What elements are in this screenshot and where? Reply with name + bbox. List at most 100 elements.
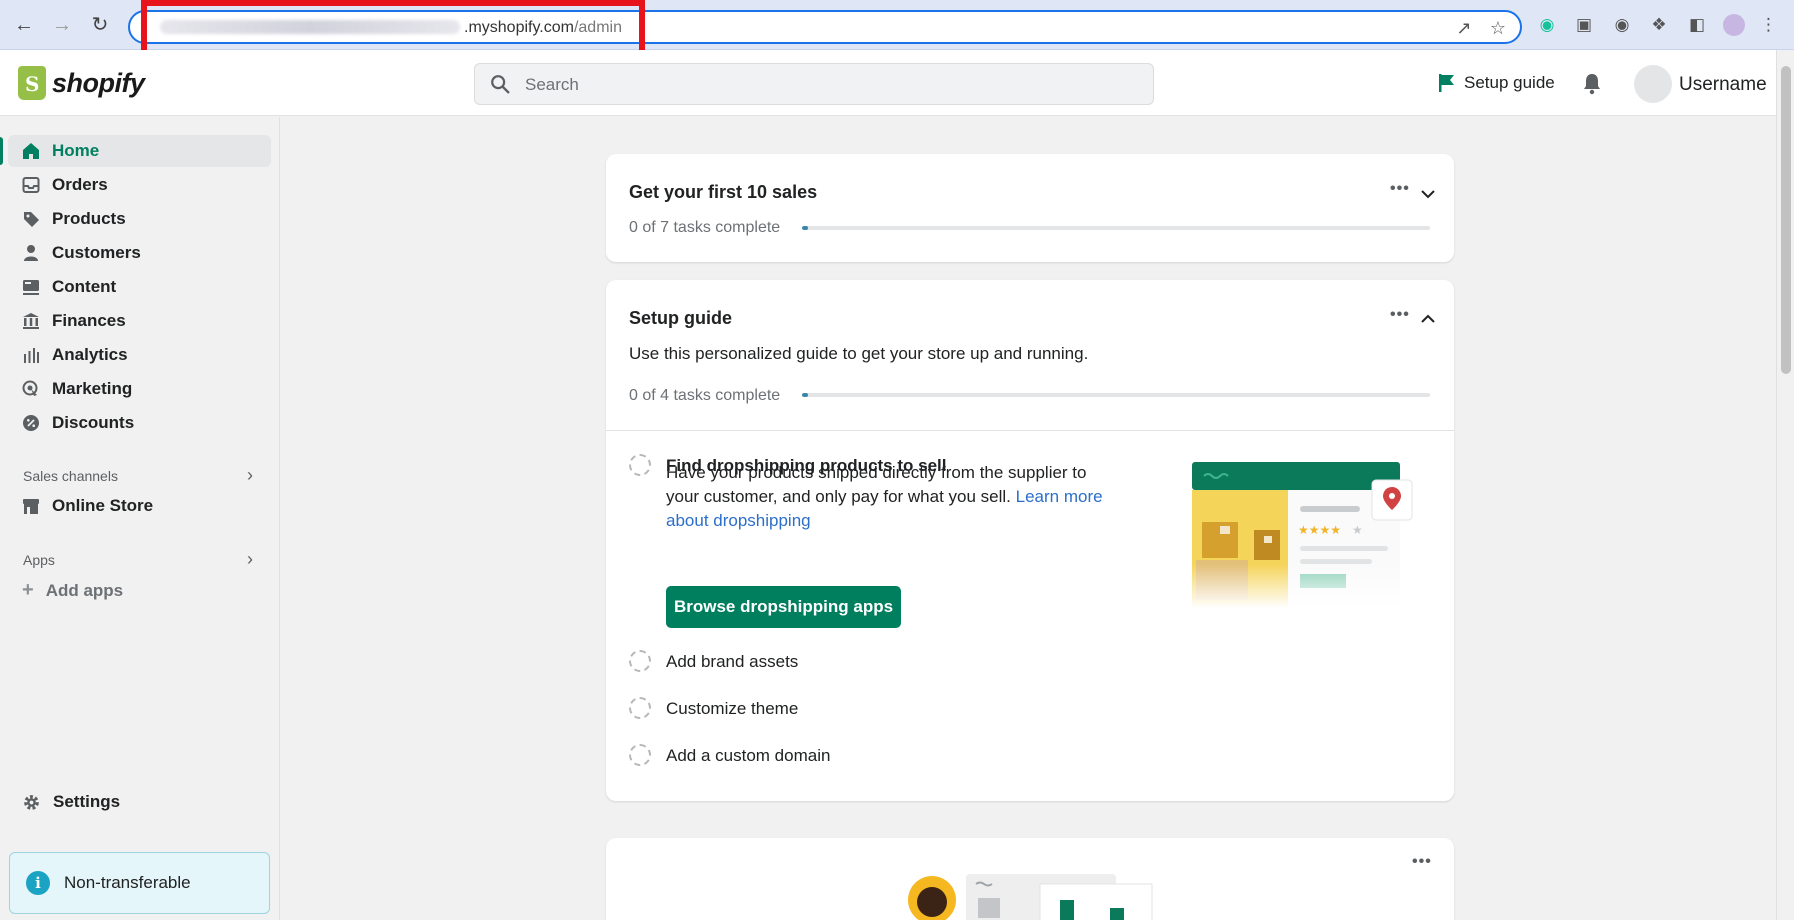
add-apps-label: Add apps (45, 580, 124, 600)
notice-text: Non-transferable (64, 873, 191, 892)
setup-guide-card: Setup guide ••• Use this personalized gu… (606, 280, 1454, 801)
task-checkbox[interactable] (629, 744, 651, 766)
sidebar-item-label: Discounts (52, 413, 135, 432)
promo-card: ••• (606, 838, 1454, 920)
card-divider (606, 430, 1454, 431)
bar-chart-icon (8, 345, 44, 365)
task-checkbox[interactable] (629, 650, 651, 672)
sidebar-item-label: Home (52, 141, 100, 160)
shopify-bag-icon (18, 66, 46, 100)
settings-button[interactable]: Settings (22, 792, 120, 812)
browser-menu-icon[interactable]: ⋮ (1760, 14, 1777, 36)
non-transferable-notice[interactable]: i Non-transferable (9, 852, 270, 914)
task-checkbox[interactable] (629, 697, 651, 719)
profile-avatar-icon[interactable] (1723, 14, 1745, 36)
sidebar-item-marketing[interactable]: Marketing (8, 373, 271, 405)
inbox-icon (8, 175, 44, 195)
grammarly-extension-icon[interactable]: ◉ (1536, 14, 1558, 36)
tag-icon (8, 209, 44, 229)
sidebar-item-content[interactable]: Content (8, 271, 271, 303)
promo-illustration (908, 874, 1153, 920)
discount-icon (8, 413, 44, 433)
add-apps-button[interactable]: + Add apps (22, 579, 123, 602)
apps-header[interactable]: Apps › (23, 549, 253, 570)
task-checkbox[interactable] (629, 454, 651, 476)
info-icon: i (26, 871, 50, 895)
setup-guide-label: Setup guide (1464, 73, 1555, 92)
reload-icon[interactable]: ↻ (88, 13, 112, 37)
setup-guide-title: Setup guide (629, 308, 732, 328)
sales-channels-header[interactable]: Sales channels › (23, 465, 253, 486)
admin-topbar: shopify Search Setup guide Username (0, 50, 1776, 116)
url-path: /admin (573, 19, 622, 36)
sidepanel-icon[interactable]: ◧ (1686, 14, 1708, 36)
sidebar-item-analytics[interactable]: Analytics (8, 339, 271, 371)
sidebar-item-label: Analytics (52, 345, 128, 364)
url-text: .myshopify.com/admin (464, 19, 622, 37)
logo-text: shopify (52, 67, 145, 98)
progress-fill (802, 393, 808, 397)
bell-icon[interactable] (1580, 72, 1604, 96)
puzzle-extensions-icon[interactable]: ❖ (1648, 14, 1670, 36)
setup-guide-subtitle: Use this personalized guide to get your … (629, 344, 1089, 363)
url-domain: .myshopify.com (464, 19, 574, 36)
blurred-url-segment (160, 20, 460, 34)
setup-guide-link[interactable]: Setup guide (1438, 73, 1555, 93)
sidebar-item-orders[interactable]: Orders (8, 169, 271, 201)
bank-icon (8, 311, 44, 331)
search-placeholder: Search (525, 75, 579, 94)
task-add-custom-domain[interactable]: Add a custom domain (666, 746, 830, 766)
first-sales-title: Get your first 10 sales (629, 182, 818, 202)
page-scrollbar[interactable] (1776, 50, 1794, 920)
shopify-logo[interactable]: shopify (18, 64, 145, 102)
task-customize-theme[interactable]: Customize theme (666, 699, 798, 719)
browser-toolbar: ← → ↻ .myshopify.com/admin ↗ ☆ ◉ ▣ ◉ ❖ ◧… (0, 0, 1794, 50)
sidebar-item-label: Finances (52, 311, 126, 330)
browse-dropshipping-apps-button[interactable]: Browse dropshipping apps (666, 586, 901, 628)
share-icon[interactable]: ↗ (1454, 18, 1474, 38)
sidebar-item-discounts[interactable]: Discounts (8, 407, 271, 439)
chevron-right-icon: › (247, 465, 253, 485)
store-icon (8, 496, 44, 516)
first-sales-progress-text: 0 of 7 tasks complete (629, 219, 781, 236)
settings-label: Settings (53, 792, 121, 811)
task-add-brand-assets[interactable]: Add brand assets (666, 652, 798, 672)
home-icon (8, 141, 44, 161)
more-actions-icon[interactable]: ••• (1390, 180, 1410, 198)
sidebar-item-label: Orders (52, 175, 108, 194)
chevron-down-icon[interactable] (1420, 186, 1436, 202)
camera-extension-icon[interactable]: ▣ (1573, 14, 1595, 36)
sidebar-item-products[interactable]: Products (8, 203, 271, 235)
back-arrow-icon[interactable]: ← (12, 13, 36, 37)
person-icon (8, 243, 44, 263)
setup-guide-progress-bar (802, 393, 1430, 397)
eye-extension-icon[interactable]: ◉ (1611, 14, 1633, 36)
username-label[interactable]: Username (1679, 74, 1767, 96)
avatar[interactable] (1634, 65, 1672, 103)
search-input[interactable]: Search (474, 63, 1154, 105)
first-sales-progress-bar (802, 226, 1430, 230)
sidebar-item-label: Products (52, 209, 126, 228)
address-bar[interactable]: .myshopify.com/admin ↗ ☆ (128, 10, 1522, 44)
apps-label: Apps (23, 551, 55, 568)
progress-fill (802, 226, 808, 230)
forward-arrow-icon[interactable]: → (50, 13, 74, 37)
sidebar-item-label: Online Store (52, 496, 154, 515)
chevron-up-icon[interactable] (1420, 311, 1436, 327)
gear-icon (24, 794, 39, 810)
more-actions-icon[interactable]: ••• (1412, 853, 1432, 871)
target-icon (8, 379, 44, 399)
first-sales-card: Get your first 10 sales ••• 0 of 7 tasks… (606, 154, 1454, 262)
more-actions-icon[interactable]: ••• (1390, 306, 1410, 324)
sidebar-item-online-store[interactable]: Online Store (8, 490, 271, 522)
star-icon[interactable]: ☆ (1488, 18, 1508, 38)
sidebar-item-home[interactable]: Home (0, 135, 271, 167)
scrollbar-thumb[interactable] (1781, 66, 1791, 374)
plus-icon: + (22, 579, 34, 601)
sidebar-item-finances[interactable]: Finances (8, 305, 271, 337)
sidebar-item-label: Content (52, 277, 117, 296)
setup-guide-progress-text: 0 of 4 tasks complete (629, 387, 781, 404)
search-icon (491, 75, 510, 94)
sidebar-item-customers[interactable]: Customers (8, 237, 271, 269)
dropshipping-illustration: ★★★★ ★ (1192, 462, 1428, 608)
